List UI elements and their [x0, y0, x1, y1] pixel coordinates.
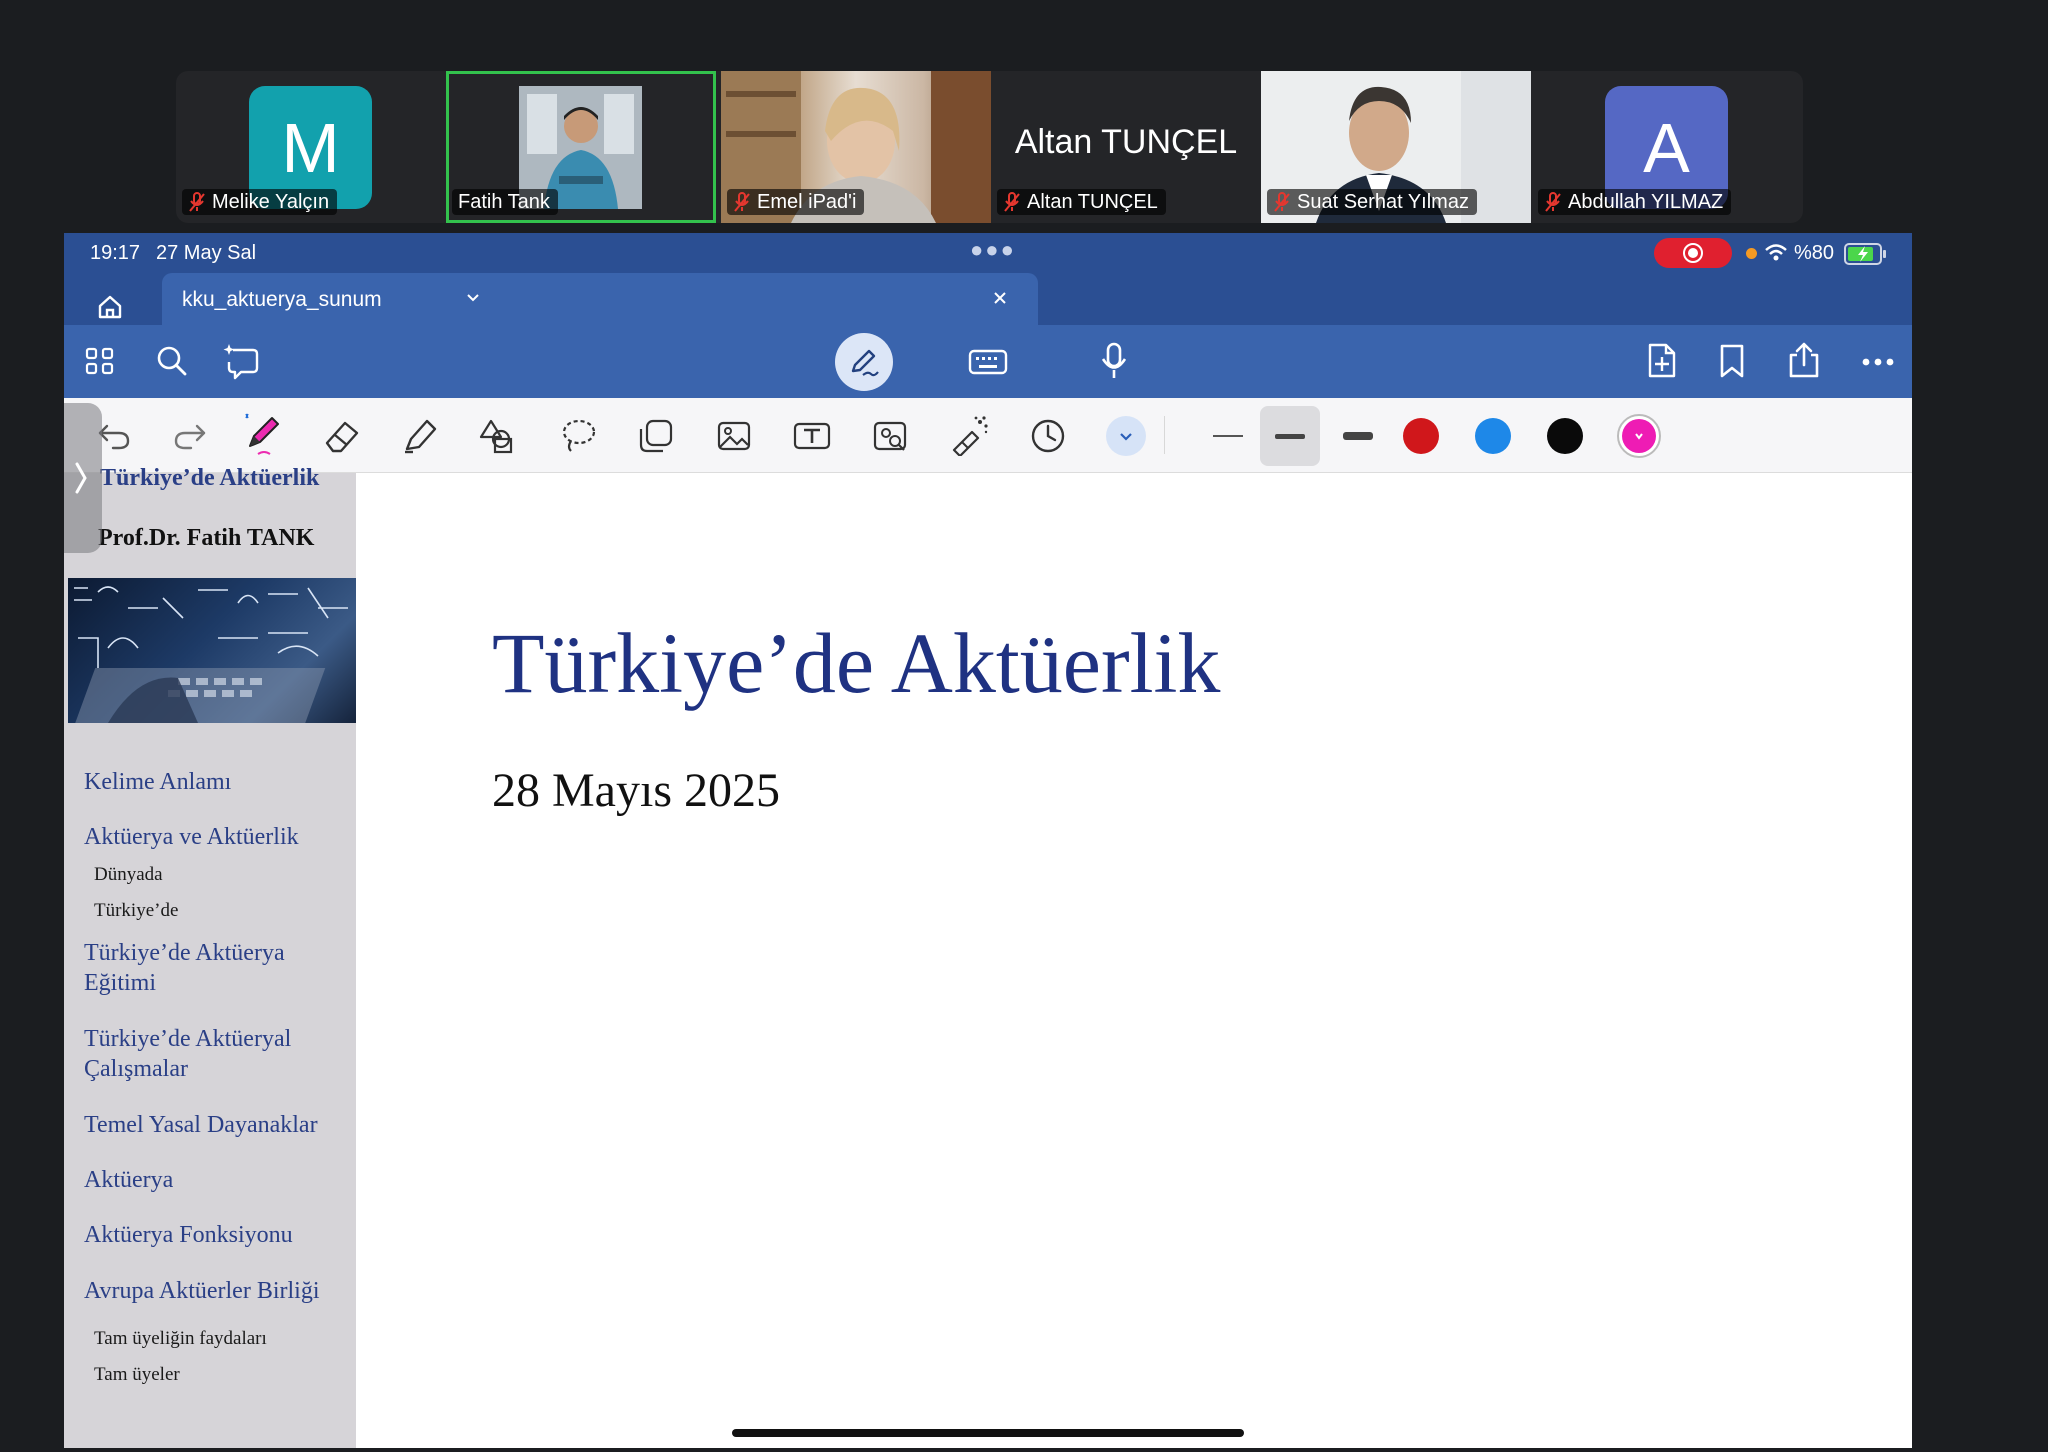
- drawing-toolbar: [64, 398, 1912, 473]
- nav-item-temel-yasal-dayanaklar[interactable]: Temel Yasal Dayanaklar: [84, 1110, 318, 1140]
- participant-name: Emel iPad'i: [757, 190, 857, 213]
- participant-name: Abdullah YILMAZ: [1568, 190, 1724, 213]
- color-pink-swatch[interactable]: [1617, 414, 1661, 458]
- redo-icon[interactable]: [170, 416, 210, 456]
- separator: [1164, 416, 1165, 454]
- color-red-swatch[interactable]: [1403, 418, 1439, 454]
- muted-microphone-icon: [188, 192, 206, 212]
- nav-item-aktuerya[interactable]: Aktüerya: [84, 1165, 173, 1195]
- stroke-thin-option[interactable]: [1198, 414, 1258, 458]
- slide-date: 28 Mayıs 2025: [492, 764, 780, 817]
- participant-name: Fatih Tank: [458, 190, 550, 213]
- sticker-icon[interactable]: [634, 414, 678, 458]
- participant-strip: M Melike Yalçın Fatih Tank Emel iPad'i A…: [176, 71, 1803, 223]
- color-black-swatch[interactable]: [1547, 418, 1583, 454]
- multitasking-dots-icon[interactable]: ●●●: [970, 237, 1016, 263]
- history-icon[interactable]: [1026, 414, 1070, 458]
- nav-subitem-tam-uyeligin-faydalari[interactable]: Tam üyeliğin faydaları: [94, 1328, 267, 1350]
- battery-percentage: %80: [1794, 242, 1835, 264]
- privacy-dot-icon: [1746, 248, 1757, 259]
- more-icon[interactable]: [1858, 345, 1898, 379]
- main-toolbar: [64, 325, 1912, 398]
- bookmark-icon[interactable]: [1714, 341, 1750, 381]
- muted-microphone-icon: [1003, 192, 1021, 212]
- home-indicator[interactable]: [732, 1429, 1244, 1437]
- pen-mode-icon[interactable]: [835, 333, 893, 391]
- highlighter-icon[interactable]: [398, 414, 442, 458]
- text-box-icon[interactable]: [790, 414, 834, 458]
- search-icon[interactable]: [154, 343, 190, 379]
- participant-name-tag: Suat Serhat Yılmaz: [1267, 189, 1477, 215]
- sidebar-toggle-handle[interactable]: [64, 403, 102, 553]
- nav-item-aktuerya-egitimi[interactable]: Türkiye’de Aktüerya Eğitimi: [84, 938, 324, 998]
- status-bar: 19:17 27 May Sal ●●● %80: [64, 233, 1912, 273]
- pen-icon[interactable]: [240, 410, 286, 460]
- add-page-icon[interactable]: [1642, 341, 1682, 381]
- document-tab-title: kku_aktuerya_sunum: [182, 288, 382, 311]
- sidebar-header-title: Türkiye’de Aktüerlik: [100, 465, 320, 491]
- nav-subitem-dunyada[interactable]: Dünyada: [94, 864, 163, 886]
- nav-subitem-turkiyede[interactable]: Türkiye’de: [94, 900, 178, 922]
- lasso-icon[interactable]: [556, 414, 600, 458]
- participant-tile[interactable]: M Melike Yalçın: [176, 71, 446, 223]
- battery-charging-icon: [1844, 243, 1888, 271]
- nav-subitem-tam-uyeler[interactable]: Tam üyeler: [94, 1364, 180, 1386]
- muted-microphone-icon: [1544, 192, 1562, 212]
- nav-item-kelime-anlami[interactable]: Kelime Anlamı: [84, 767, 231, 797]
- home-icon[interactable]: [94, 291, 126, 323]
- sidebar-header-image: [68, 578, 356, 723]
- screen-recording-indicator[interactable]: [1654, 238, 1732, 268]
- muted-microphone-icon: [733, 192, 751, 212]
- nav-item-aktueryal-calismalar[interactable]: Türkiye’de Aktüeryal Çalışmalar: [84, 1024, 324, 1084]
- participant-name: Altan TUNÇEL: [1027, 190, 1158, 213]
- participant-tile[interactable]: Emel iPad'i: [721, 71, 991, 223]
- slide-title: Türkiye’de Aktüerlik: [492, 615, 1221, 711]
- stroke-medium-option[interactable]: [1260, 406, 1320, 466]
- status-date: 27 May Sal: [156, 242, 257, 264]
- shapes-icon[interactable]: [477, 414, 521, 458]
- slide-navigation-sidebar: Türkiye’de Aktüerlik Prof.Dr. Fatih TANK…: [64, 403, 356, 1448]
- nav-item-aktuerya-ve-aktuerlik[interactable]: Aktüerya ve Aktüerlik: [84, 822, 299, 852]
- participant-tile[interactable]: A Abdullah YILMAZ: [1532, 71, 1802, 223]
- participant-name-tag: Fatih Tank: [452, 189, 558, 215]
- chevron-down-icon[interactable]: [465, 290, 481, 311]
- image-icon[interactable]: [712, 414, 756, 458]
- nav-item-aktuerya-fonksiyonu[interactable]: Aktüerya Fonksiyonu: [84, 1220, 293, 1250]
- participant-tile[interactable]: Fatih Tank: [446, 71, 716, 223]
- microphone-icon[interactable]: [1094, 341, 1134, 381]
- participant-name-tag: Emel iPad'i: [727, 189, 865, 215]
- camera-icon[interactable]: [868, 414, 912, 458]
- participant-name-tag: Abdullah YILMAZ: [1538, 189, 1732, 215]
- stroke-thick-option[interactable]: [1328, 414, 1388, 458]
- keyboard-icon[interactable]: [966, 345, 1010, 379]
- participant-display-name: Altan TUNÇEL: [1014, 123, 1238, 161]
- status-time: 19:17: [90, 242, 141, 264]
- participant-tile[interactable]: Altan TUNÇEL Altan TUNÇEL: [991, 71, 1261, 223]
- expand-icon[interactable]: [1106, 416, 1146, 456]
- wifi-icon: [1764, 243, 1788, 269]
- grid-icon[interactable]: [82, 343, 118, 379]
- muted-microphone-icon: [1273, 192, 1291, 212]
- eraser-icon[interactable]: [320, 414, 364, 458]
- close-tab-icon[interactable]: [992, 290, 1008, 311]
- nav-item-avrupa-aktuerler-birligi[interactable]: Avrupa Aktüerler Birliği: [84, 1276, 320, 1306]
- participant-name: Melike Yalçın: [212, 190, 330, 213]
- participant-name: Suat Serhat Yılmaz: [1297, 190, 1469, 213]
- share-icon[interactable]: [1784, 339, 1824, 381]
- ai-assistant-icon[interactable]: [222, 341, 262, 381]
- slide-canvas[interactable]: Türkiye’de Aktüerlik 28 Mayıs 2025: [356, 473, 1912, 1448]
- sidebar-author: Prof.Dr. Fatih TANK: [98, 525, 315, 551]
- shared-screen: 19:17 27 May Sal ●●● %80 kku_aktuerya_su…: [64, 233, 1912, 1448]
- color-blue-swatch[interactable]: [1475, 418, 1511, 454]
- document-tab[interactable]: kku_aktuerya_sunum: [162, 273, 1038, 327]
- participant-name-tag: Altan TUNÇEL: [997, 189, 1166, 215]
- laser-pointer-icon[interactable]: [946, 412, 992, 458]
- participant-name-tag: Melike Yalçın: [182, 189, 338, 215]
- participant-tile[interactable]: Suat Serhat Yılmaz: [1261, 71, 1531, 223]
